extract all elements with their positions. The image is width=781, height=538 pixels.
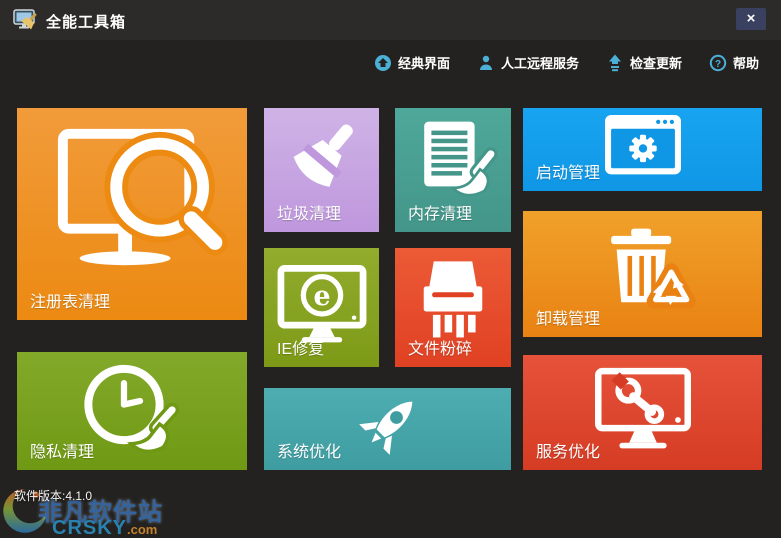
tile-label: 服务优化 xyxy=(536,444,601,461)
tile-label: 内存清理 xyxy=(408,206,473,223)
watermark-domain-suffix: .com xyxy=(127,522,158,537)
classic-ui-icon xyxy=(374,54,392,72)
app-logo-icon xyxy=(13,9,37,30)
menu-label: 人工远程服务 xyxy=(500,56,579,71)
titlebar: 全能工具箱 × xyxy=(0,0,781,40)
top-menu: 经典界面 人工远程服务 检查更新 ? 帮助 xyxy=(374,53,759,72)
tile-file-shred[interactable]: 文件粉碎 xyxy=(395,248,511,367)
tile-registry-clean[interactable]: 注册表清理 xyxy=(17,108,247,320)
tile-label: 文件粉碎 xyxy=(408,341,473,358)
tile-uninstall-manage[interactable]: 卸载管理 xyxy=(523,211,762,337)
document-brush-icon xyxy=(424,121,498,197)
watermark-domain-main: CRSKY xyxy=(52,517,128,538)
menu-item-help[interactable]: ? 帮助 xyxy=(709,53,759,72)
window-gear-icon xyxy=(604,115,681,175)
tile-ie-repair[interactable]: e IE修复 xyxy=(264,248,379,367)
tile-service-optimize[interactable]: 服务优化 xyxy=(523,355,762,470)
check-update-icon xyxy=(606,54,624,72)
tile-label: 隐私清理 xyxy=(30,444,95,461)
svg-text:?: ? xyxy=(715,59,721,70)
tile-label: 启动管理 xyxy=(536,165,601,182)
svg-text:e: e xyxy=(313,281,330,312)
rocket-icon xyxy=(358,401,412,455)
monitor-magnifier-icon xyxy=(57,128,228,266)
menu-item-remote-service[interactable]: 人工远程服务 xyxy=(477,53,579,72)
tile-label: IE修复 xyxy=(277,341,325,358)
tile-label: 卸载管理 xyxy=(536,311,601,328)
tile-label: 注册表清理 xyxy=(30,294,111,311)
tile-system-optimize[interactable]: 系统优化 xyxy=(264,388,511,470)
menu-item-check-update[interactable]: 检查更新 xyxy=(606,53,682,72)
tile-label: 系统优化 xyxy=(277,444,342,461)
menu-label: 帮助 xyxy=(732,56,759,71)
version-text: 软件版本:4.1.0 xyxy=(14,489,93,503)
menu-label: 检查更新 xyxy=(629,56,682,71)
tile-privacy-clean[interactable]: 隐私清理 xyxy=(17,352,247,470)
tile-junk-clean[interactable]: 垃圾清理 xyxy=(264,108,379,232)
menu-label: 经典界面 xyxy=(397,56,450,71)
remote-service-icon xyxy=(477,54,495,72)
menu-item-classic-ui[interactable]: 经典界面 xyxy=(374,53,450,72)
broom-icon xyxy=(293,124,353,187)
tile-startup-manage[interactable]: 启动管理 xyxy=(523,108,762,191)
help-icon: ? xyxy=(709,54,727,72)
tile-memory-clean[interactable]: 内存清理 xyxy=(395,108,511,232)
watermark-domain: CRSKY.com xyxy=(52,517,157,538)
window-title: 全能工具箱 xyxy=(46,14,127,31)
close-button[interactable]: × xyxy=(736,8,766,30)
tile-label: 垃圾清理 xyxy=(277,206,342,223)
